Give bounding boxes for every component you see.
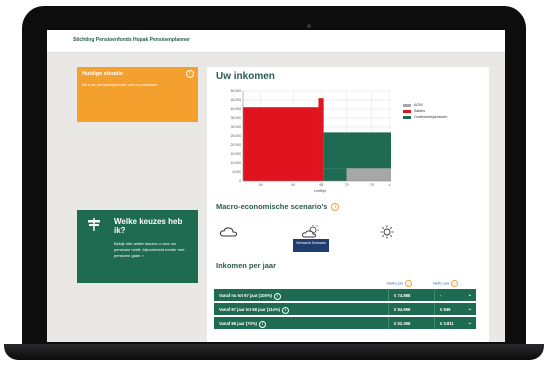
current-situation-title: Huidige situatie <box>82 71 123 77</box>
signpost-icon <box>88 218 100 231</box>
y-tick-label: 25.000 <box>231 134 241 138</box>
row-value-2: € 3.811 <box>440 321 454 326</box>
choices-title: Welke keuzes heb ik? <box>114 217 183 235</box>
income-title: Uw inkomen <box>216 71 275 82</box>
choices-card[interactable]: Welke keuzes heb ik? Bekijk hier welke k… <box>77 210 198 283</box>
y-tick-label: 40.000 <box>231 107 241 111</box>
chart-legend: AOW Salaris Ouderdomspensioen <box>403 102 447 120</box>
row-label: Vanaf 68 jaar (70%) <box>219 321 257 326</box>
info-icon[interactable]: i <box>451 280 459 287</box>
salary-area <box>243 107 319 181</box>
divider <box>434 289 435 301</box>
row-value-1: € 52.396 <box>394 321 411 326</box>
row-value-1: € 74.888 <box>394 293 411 298</box>
row-value-2: - <box>440 293 442 298</box>
x-tick-label: ≥ <box>389 183 391 187</box>
chevron-down-icon[interactable]: ⌄ <box>468 320 472 326</box>
y-tick-label: 45.000 <box>231 98 241 102</box>
divider <box>388 303 389 315</box>
info-icon[interactable]: i <box>186 70 194 78</box>
expected-scenario-button[interactable]: Verwacht Scenario <box>293 239 329 252</box>
info-icon[interactable]: i <box>274 293 282 300</box>
y-tick-label: 35.000 <box>231 116 241 120</box>
screen: Stichting Pensioenfonds Hopak Pensioenpl… <box>47 30 505 342</box>
laptop-base <box>4 344 544 360</box>
y-tick-label: 0 <box>239 179 241 183</box>
current-situation-card[interactable]: Huidige situatie i Uit a de pensioenplan… <box>77 67 198 122</box>
info-icon[interactable]: i <box>258 321 266 328</box>
row-value-2: € 849 <box>440 307 451 312</box>
pension-lower-area <box>323 168 347 181</box>
row-value-1: € 84.996 <box>394 307 411 312</box>
y-tick-label: 20.000 <box>231 143 241 147</box>
column-header-2: Netto per i <box>433 280 459 287</box>
camera-dot <box>307 24 311 28</box>
chevron-down-icon[interactable]: ⌄ <box>468 292 472 298</box>
chevron-down-icon[interactable]: ⌄ <box>468 306 472 312</box>
x-tick-label: 50 <box>259 183 263 187</box>
x-tick-label: 65 <box>320 183 324 187</box>
table-row[interactable]: Vanaf 67 jaar tot 68 jaar (114%) i € 84.9… <box>214 303 476 315</box>
y-tick-label: 50.000 <box>231 89 241 93</box>
info-icon[interactable]: i <box>331 203 340 212</box>
table-row[interactable]: Vanaf nu tot 67 jaar (100%) i € 74.888 - … <box>214 289 476 301</box>
choices-description[interactable]: Bekijk hier welke keuzes u voor uw pensi… <box>114 241 186 259</box>
income-chart: 0 5.000 10.000 15.000 20.000 25.000 30.000 35.0… <box>231 89 391 193</box>
x-tick-label: 60 <box>291 183 295 187</box>
y-tick-label: 30.000 <box>231 125 241 129</box>
x-tick-label: 75 <box>370 183 374 187</box>
x-axis-label: Leeftijd <box>314 189 326 193</box>
divider <box>388 317 389 329</box>
aow-area <box>346 168 391 181</box>
y-tick-label: 15.000 <box>231 152 241 156</box>
table-row[interactable]: Vanaf 68 jaar (70%) i € 52.396 € 3.811 ⌄ <box>214 317 476 329</box>
divider <box>434 303 435 315</box>
scenarios-title: Macro-economische scenario's i <box>216 202 340 212</box>
info-icon[interactable]: i <box>405 280 413 287</box>
sun-icon[interactable] <box>377 225 397 239</box>
partly-sunny-icon[interactable] <box>301 225 321 239</box>
y-tick-label: 10.000 <box>231 161 241 165</box>
divider <box>388 289 389 301</box>
row-label: Vanaf 67 jaar tot 68 jaar (114%) <box>219 307 280 312</box>
top-bar: Stichting Pensioenfonds Hopak Pensioenpl… <box>47 30 505 53</box>
row-label: Vanaf nu tot 67 jaar (100%) <box>219 293 273 298</box>
income-panel: Uw inkomen 0 5.000 10.000 15.000 20.000 25.00… <box>207 67 489 342</box>
site-title[interactable]: Stichting Pensioenfonds Hopak Pensioenpl… <box>73 37 190 43</box>
x-tick-label: 70 <box>345 183 349 187</box>
pension-area <box>323 132 391 169</box>
salary-peak <box>318 98 324 181</box>
divider <box>434 317 435 329</box>
column-header-1: Netto per i <box>387 280 413 287</box>
info-icon[interactable]: i <box>281 307 289 314</box>
legend-item-ouderdomspensioen: Ouderdomspensioen <box>403 114 447 120</box>
cloud-icon[interactable] <box>219 225 239 239</box>
current-situation-subtitle: Uit a de pensioenplanner van uw pensioen <box>82 82 158 87</box>
y-tick-label: 5.000 <box>233 170 242 174</box>
income-per-year-title: Inkomen per jaar <box>216 261 277 270</box>
